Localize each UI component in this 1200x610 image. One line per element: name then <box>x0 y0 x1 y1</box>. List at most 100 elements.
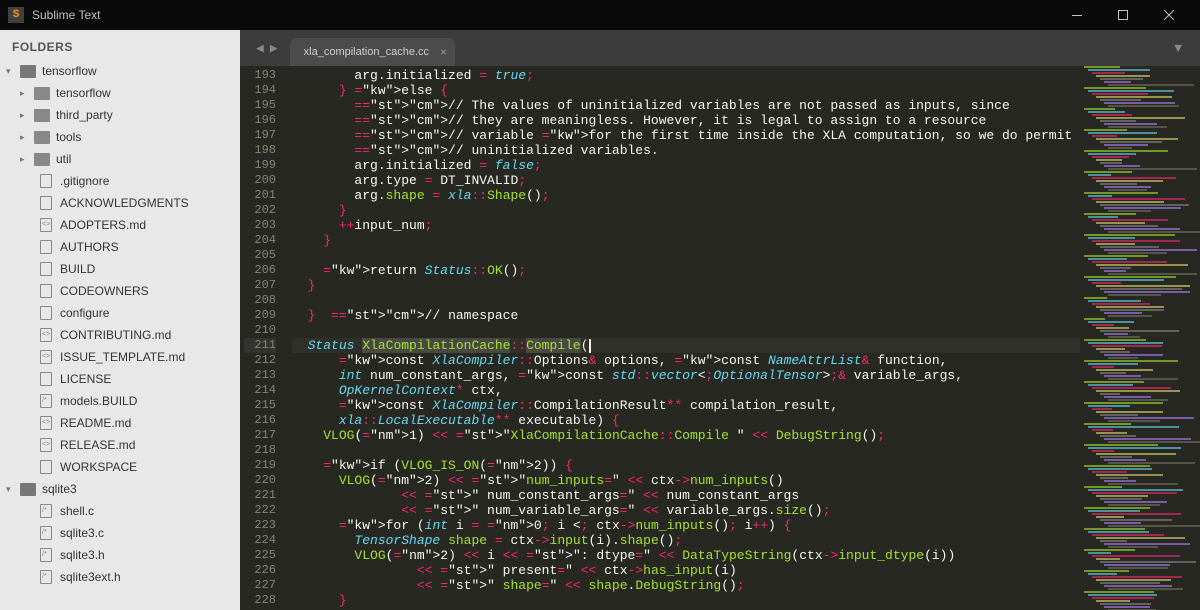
line-number-gutter: 1931941951961971981992002012022032042052… <box>240 66 288 610</box>
tab-menu-icon[interactable]: ▼ <box>1164 41 1192 56</box>
tree-label: tools <box>56 130 81 144</box>
tree-folder[interactable]: ▸ third_party <box>0 104 240 126</box>
tree-file[interactable]: ADOPTERS.md <box>0 214 240 236</box>
chevron-right-icon: ▸ <box>20 110 30 121</box>
folder-icon <box>34 87 50 100</box>
tree-label: sqlite3 <box>42 482 77 496</box>
tree-label: WORKSPACE <box>60 460 137 474</box>
tree-file[interactable]: ACKNOWLEDGMENTS <box>0 192 240 214</box>
folder-icon <box>20 483 36 496</box>
tree-file[interactable]: LICENSE <box>0 368 240 390</box>
file-icon <box>40 262 52 276</box>
sidebar-header: FOLDERS <box>0 36 240 60</box>
maximize-button[interactable] <box>1100 0 1146 30</box>
history-back-icon[interactable]: ◀ <box>256 41 264 56</box>
tree-file[interactable]: sqlite3.h <box>0 544 240 566</box>
minimize-icon <box>1072 15 1082 16</box>
tree-label: shell.c <box>60 504 94 518</box>
folder-icon <box>20 65 36 78</box>
tree-file[interactable]: models.BUILD <box>0 390 240 412</box>
file-icon <box>40 394 52 408</box>
tree-label: sqlite3.h <box>60 548 105 562</box>
tree-label: ISSUE_TEMPLATE.md <box>60 350 185 364</box>
tree-file[interactable]: CONTRIBUTING.md <box>0 324 240 346</box>
tree-label: .gitignore <box>60 174 109 188</box>
file-icon <box>40 218 52 232</box>
tree-label: ADOPTERS.md <box>60 218 146 232</box>
tree-file[interactable]: shell.c <box>0 500 240 522</box>
chevron-right-icon: ▸ <box>20 88 30 99</box>
close-icon <box>1164 10 1174 20</box>
editor-area: ◀ ▶ xla_compilation_cache.cc × ▼ 1931941… <box>240 30 1200 610</box>
file-icon <box>40 196 52 210</box>
tree-label: configure <box>60 306 109 320</box>
tree-file[interactable]: sqlite3ext.h <box>0 566 240 588</box>
app-icon: S <box>8 7 24 23</box>
minimap[interactable] <box>1080 66 1200 610</box>
tree-label: third_party <box>56 108 113 122</box>
chevron-right-icon: ▸ <box>20 132 30 143</box>
close-button[interactable] <box>1146 0 1192 30</box>
tree-file[interactable]: CODEOWNERS <box>0 280 240 302</box>
history-forward-icon[interactable]: ▶ <box>270 41 278 56</box>
file-icon <box>40 570 52 584</box>
tree-label: tensorflow <box>42 64 97 78</box>
tree-label: tensorflow <box>56 86 111 100</box>
tree-label: models.BUILD <box>60 394 137 408</box>
tree-label: CONTRIBUTING.md <box>60 328 171 342</box>
file-tree: ▾tensorflow▸tensorflow▸third_party▸tools… <box>0 60 240 588</box>
tree-file[interactable]: WORKSPACE <box>0 456 240 478</box>
tree-label: BUILD <box>60 262 95 276</box>
tree-folder[interactable]: ▾ sqlite3 <box>0 478 240 500</box>
tree-label: RELEASE.md <box>60 438 135 452</box>
tree-label: ACKNOWLEDGMENTS <box>60 196 189 210</box>
folder-icon <box>34 131 50 144</box>
tree-file[interactable]: .gitignore <box>0 170 240 192</box>
tree-label: CODEOWNERS <box>60 284 149 298</box>
file-icon <box>40 174 52 188</box>
file-tab-label: xla_compilation_cache.cc <box>304 46 429 58</box>
tree-label: README.md <box>60 416 131 430</box>
file-icon <box>40 284 52 298</box>
tree-label: sqlite3.c <box>60 526 104 540</box>
folder-icon <box>34 109 50 122</box>
chevron-down-icon: ▾ <box>6 484 16 495</box>
tree-label: AUTHORS <box>60 240 119 254</box>
file-icon <box>40 548 52 562</box>
tree-label: sqlite3ext.h <box>60 570 121 584</box>
file-tab[interactable]: xla_compilation_cache.cc × <box>290 38 455 66</box>
tree-label: LICENSE <box>60 372 111 386</box>
sidebar[interactable]: FOLDERS ▾tensorflow▸tensorflow▸third_par… <box>0 30 240 610</box>
maximize-icon <box>1118 10 1128 20</box>
file-icon <box>40 526 52 540</box>
file-icon <box>40 504 52 518</box>
tree-folder[interactable]: ▸ tensorflow <box>0 82 240 104</box>
file-icon <box>40 240 52 254</box>
file-icon <box>40 460 52 474</box>
file-icon <box>40 350 52 364</box>
chevron-right-icon: ▸ <box>20 154 30 165</box>
file-icon <box>40 328 52 342</box>
file-icon <box>40 306 52 320</box>
tree-file[interactable]: ISSUE_TEMPLATE.md <box>0 346 240 368</box>
minimize-button[interactable] <box>1054 0 1100 30</box>
file-icon <box>40 372 52 386</box>
titlebar: S Sublime Text <box>0 0 1200 30</box>
tree-folder[interactable]: ▸ tools <box>0 126 240 148</box>
tree-file[interactable]: configure <box>0 302 240 324</box>
tree-label: util <box>56 152 71 166</box>
tab-strip: ◀ ▶ xla_compilation_cache.cc × ▼ <box>240 30 1200 66</box>
tree-folder[interactable]: ▸ util <box>0 148 240 170</box>
tree-file[interactable]: AUTHORS <box>0 236 240 258</box>
code-editor[interactable]: 1931941951961971981992002012022032042052… <box>240 66 1080 610</box>
tree-file[interactable]: BUILD <box>0 258 240 280</box>
code-content[interactable]: arg.initialized = true; } ="kw">else { =… <box>288 66 1080 610</box>
tree-file[interactable]: README.md <box>0 412 240 434</box>
tab-close-icon[interactable]: × <box>440 45 447 59</box>
tree-file[interactable]: sqlite3.c <box>0 522 240 544</box>
tree-file[interactable]: RELEASE.md <box>0 434 240 456</box>
file-icon <box>40 438 52 452</box>
window-title: Sublime Text <box>32 8 100 22</box>
folder-icon <box>34 153 50 166</box>
tree-folder[interactable]: ▾tensorflow <box>0 60 240 82</box>
